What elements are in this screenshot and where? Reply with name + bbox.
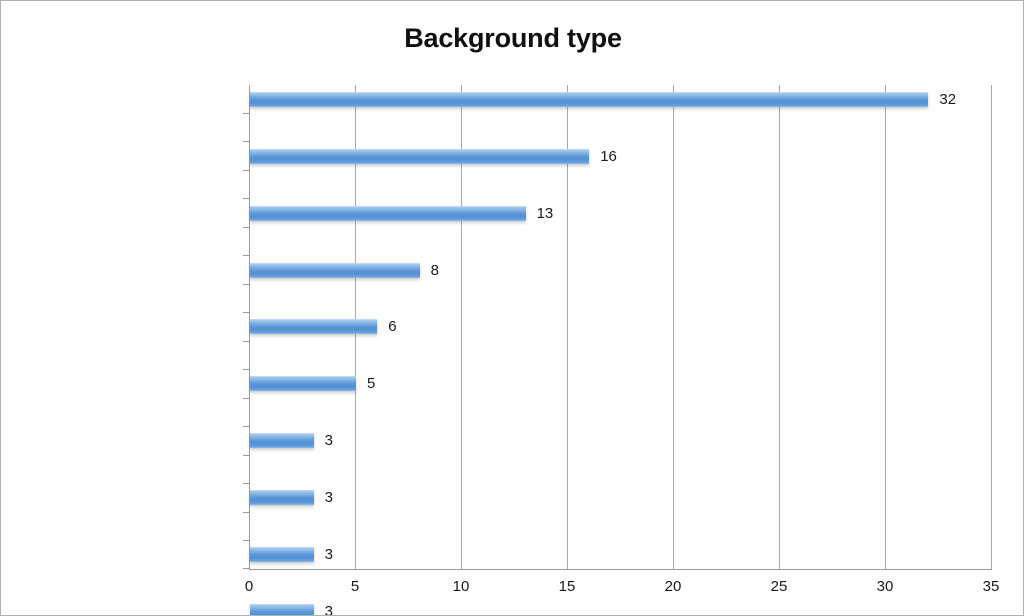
chart-title: Background type (404, 23, 622, 53)
bar-row: black2 (243, 370, 991, 399)
bar-value-label: 3 (324, 603, 333, 616)
x-axis-tick-label: 15 (558, 578, 576, 595)
bar-row: blurred image6 (243, 199, 991, 335)
x-axis-tick-label: 35 (982, 578, 1000, 595)
bar-row: pastel colors1 (243, 512, 991, 542)
bar-value-label: 32 (939, 90, 957, 108)
bar-row: green1 (243, 541, 991, 570)
bar-row: white with color strip at top1 (243, 427, 991, 456)
bar-row: white with images1 (243, 398, 991, 428)
x-axis-tick-label: 5 (350, 578, 360, 595)
plot-area: N/A32blue16white13bright colors8blurred … (243, 85, 992, 615)
x-axis-baseline (249, 569, 992, 570)
bar[interactable] (250, 604, 314, 615)
x-axis-tick-label: 25 (770, 578, 788, 595)
bar[interactable] (250, 91, 929, 107)
gridline (991, 85, 992, 569)
bar-row: custom designed animations3 (243, 341, 991, 615)
bar-row: white13 (243, 142, 991, 221)
bar-row: gray3 (243, 313, 991, 563)
bar-row: yellow3 (243, 256, 991, 449)
y-axis-tick (243, 568, 249, 570)
x-axis-tick-label: 30 (876, 578, 894, 595)
bar-row: red3 (243, 284, 991, 506)
x-axis-tick-label: 20 (664, 578, 682, 595)
x-axis-tick-label: 0 (244, 578, 254, 595)
bar-chart: Background type N/A32blue16white13bright… (0, 0, 1024, 616)
bar-row: blue16 (243, 113, 991, 164)
bar-row: N/A32 (243, 85, 991, 114)
bar-row: pink/red1 (243, 484, 991, 513)
x-axis-tick-label: 10 (452, 578, 470, 595)
bar-row: clear images5 (243, 227, 991, 392)
bar-row: purple1 (243, 455, 991, 485)
bar-row: bright colors8 (243, 170, 991, 278)
